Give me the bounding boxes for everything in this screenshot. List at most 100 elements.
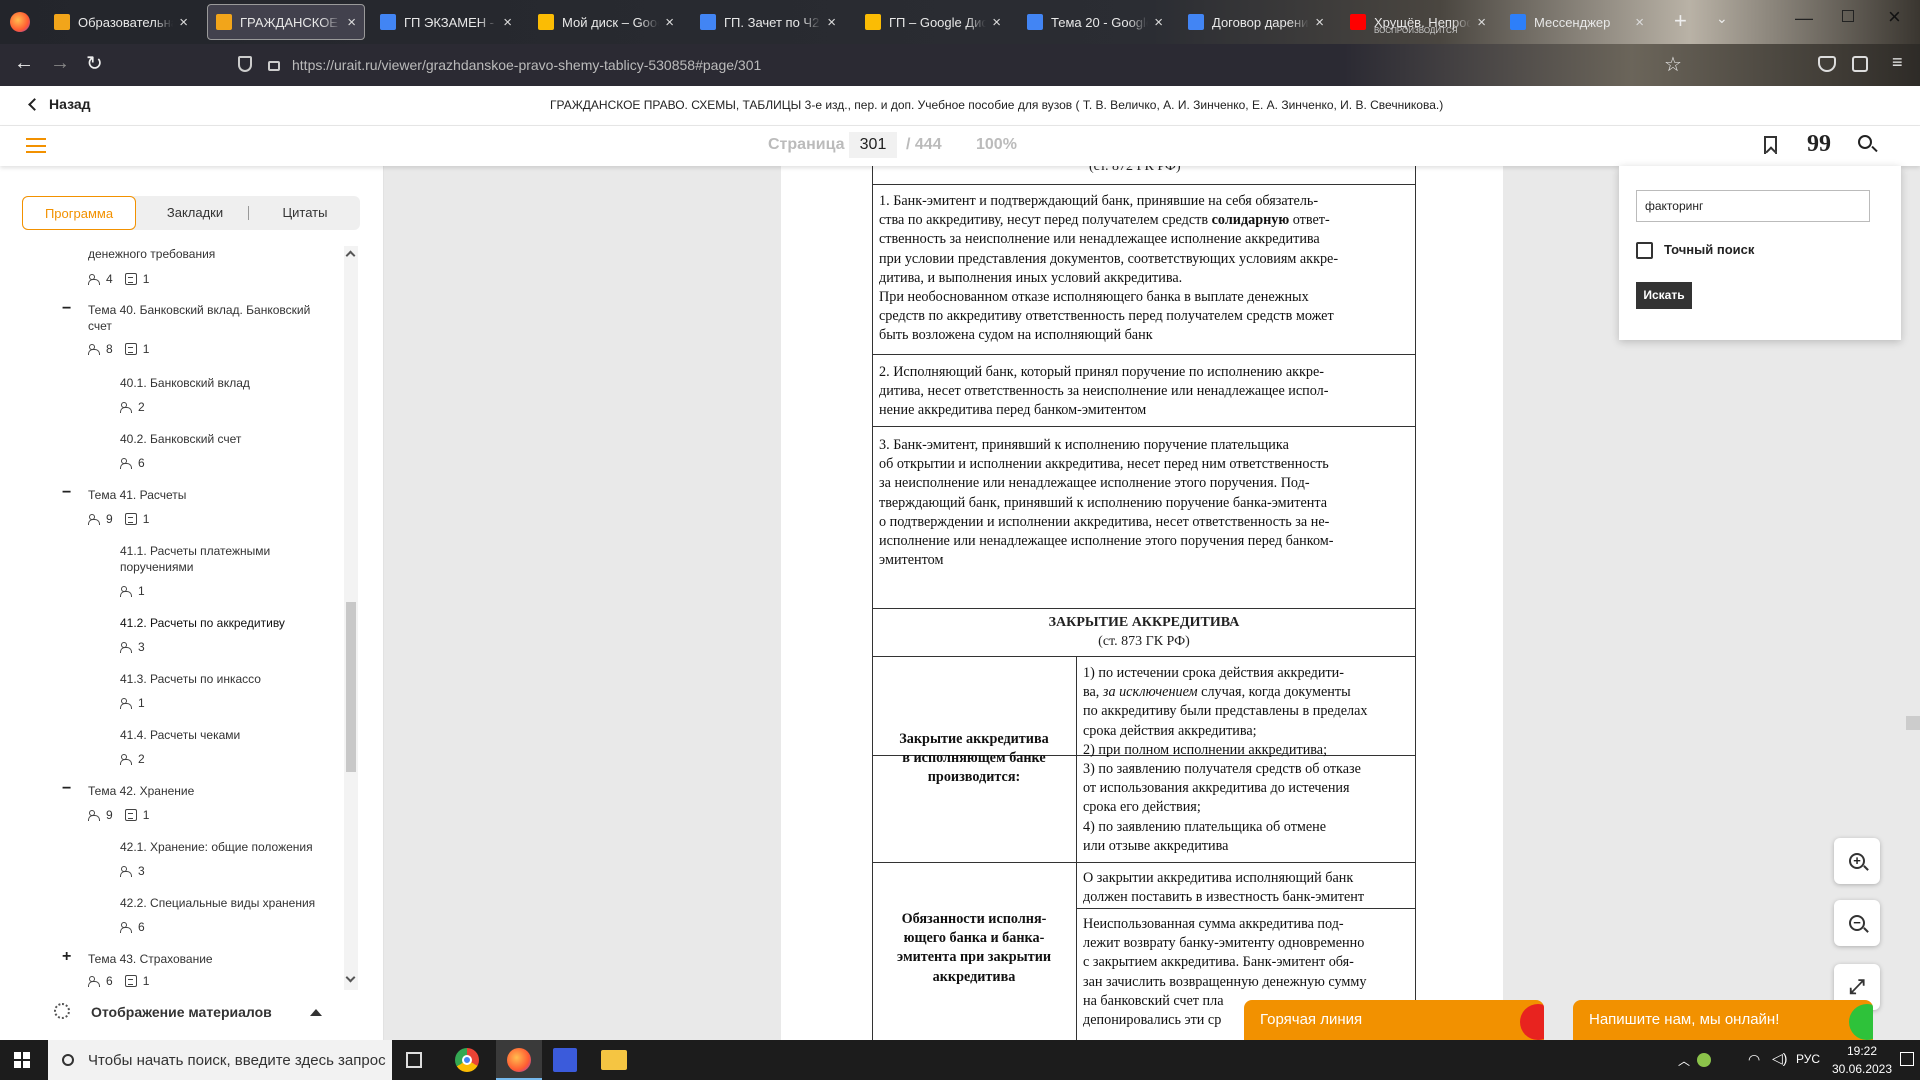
toc-item[interactable]: Тема 41. Расчеты [88, 487, 328, 503]
close-tab-icon[interactable]: × [179, 14, 188, 31]
tab-quotes[interactable]: Цитаты [250, 196, 360, 230]
toc-item[interactable]: 40.2. Банковский счет [120, 431, 340, 447]
back-arrow-icon[interactable]: ← [14, 52, 34, 75]
page-label: Страница [768, 136, 845, 153]
file-explorer-icon[interactable] [601, 1050, 627, 1070]
right-scroll-marker[interactable] [1906, 716, 1920, 730]
collapse-icon[interactable]: − [62, 780, 71, 798]
materials-display-toggle[interactable]: Отображение материалов [54, 1003, 322, 1020]
tab-bookmarks[interactable]: Закладки [140, 196, 250, 230]
tab-program[interactable]: Программа [22, 196, 136, 230]
browser-tab[interactable]: Образовательная п × [46, 4, 196, 40]
browser-tab[interactable]: Тема 20 - Google Д × [1019, 4, 1171, 40]
zoom-out-button[interactable]: − [1834, 900, 1880, 946]
hamburger-menu-icon[interactable] [26, 138, 46, 153]
close-tab-icon[interactable]: × [1154, 14, 1163, 31]
browser-tab[interactable]: Мессенджер × [1502, 4, 1652, 40]
close-tab-icon[interactable]: × [503, 14, 512, 31]
search-icon[interactable] [1858, 135, 1878, 153]
close-tab-icon[interactable]: × [827, 14, 836, 31]
browser-tab[interactable]: ГРАЖДАНСКОЕ ПР × [207, 4, 365, 40]
toc-item[interactable]: 41.4. Расчеты чеками [120, 727, 340, 743]
scroll-up-icon[interactable] [345, 250, 356, 261]
expand-icon[interactable]: + [62, 948, 71, 966]
firefox-taskbar-icon[interactable] [496, 1040, 542, 1080]
close-tab-icon[interactable]: × [1477, 14, 1486, 31]
toc-item[interactable]: Тема 43. Страхование [88, 951, 328, 967]
task-view-icon[interactable] [406, 1052, 422, 1068]
browser-tab[interactable]: ГП ЭКЗАМЕН - Goo × [372, 4, 520, 40]
bookmark-icon[interactable] [1764, 136, 1777, 158]
scrollbar-track[interactable] [344, 246, 358, 990]
text-line: от использования аккредитива до истечени… [1083, 780, 1350, 797]
forward-arrow-icon[interactable]: → [50, 52, 70, 75]
new-tab-icon[interactable]: + [1674, 8, 1687, 34]
toc-item[interactable]: 41.2. Расчеты по аккредитиву [120, 615, 340, 631]
toc-item[interactable]: 41.3. Расчеты по инкассо [120, 671, 340, 687]
close-tab-icon[interactable]: × [992, 14, 1001, 31]
toc-item[interactable]: 40.1. Банковский вклад [120, 375, 340, 391]
chevron-left-icon [28, 97, 41, 111]
bookmark-star-icon[interactable]: ☆ [1664, 52, 1682, 77]
browser-tab[interactable]: ГП. Зачет по Ч2.do × [692, 4, 844, 40]
chrome-taskbar-icon[interactable] [455, 1048, 479, 1072]
toc-item[interactable]: Тема 40. Банковский вклад. Банковский сч… [88, 302, 328, 334]
maximize-icon[interactable] [1842, 10, 1854, 22]
reload-icon[interactable]: ↻ [86, 51, 103, 76]
text-line: 2. Исполняющий банк, который принял пору… [879, 364, 1325, 380]
quote-icon[interactable]: 99 [1807, 131, 1831, 158]
extensions-icon[interactable] [1852, 56, 1868, 72]
toc-item[interactable]: Тема 42. Хранение [88, 783, 328, 799]
toc-item[interactable]: 41.1. Расчеты платежными поручениями [120, 543, 280, 575]
tab-favicon-icon [216, 14, 232, 30]
zoom-in-button[interactable]: + [1834, 838, 1880, 884]
toc-item[interactable]: 42.1. Хранение: общие положения [120, 839, 340, 855]
close-tab-icon[interactable]: × [1315, 14, 1324, 31]
taskbar-search-placeholder: Чтобы начать поиск, введите здесь запрос [88, 1051, 386, 1069]
wifi-icon[interactable]: ◠ [1748, 1051, 1760, 1068]
close-tab-icon[interactable]: × [1635, 14, 1644, 31]
firefox-menu-icon[interactable] [10, 12, 30, 32]
language-indicator[interactable]: РУС [1796, 1052, 1820, 1066]
toc-item[interactable]: 42.2. Специальные виды хранения [120, 895, 340, 911]
shield-icon[interactable] [238, 56, 252, 72]
browser-tab[interactable]: Договор дарения.d × [1180, 4, 1332, 40]
closing-left-2: Обязанности исполня-ющего банка и банка-… [872, 906, 1076, 991]
volume-icon[interactable]: ◁) [1772, 1050, 1787, 1067]
collapse-icon[interactable]: − [62, 484, 71, 502]
close-window-icon[interactable]: × [1888, 4, 1901, 30]
save-app-icon[interactable] [553, 1048, 577, 1072]
tray-chevron-icon[interactable]: ︿ [1678, 1052, 1690, 1069]
tray-app-icon[interactable] [1697, 1053, 1711, 1067]
notifications-icon[interactable] [1900, 1052, 1914, 1066]
taskbar-search-box[interactable]: Чтобы начать поиск, введите здесь запрос [48, 1040, 392, 1080]
browser-tab[interactable]: Мой диск – Google × [530, 4, 682, 40]
minimize-icon[interactable]: — [1795, 8, 1813, 29]
search-input[interactable]: факторинг [1636, 190, 1870, 222]
back-link[interactable]: Назад [28, 96, 91, 112]
tab-title: Мой диск – Google [562, 14, 659, 30]
scrollbar-thumb[interactable] [346, 602, 356, 772]
exact-search-checkbox[interactable] [1636, 242, 1653, 259]
address-bar[interactable]: https://urait.ru/viewer/grazhdanskoe-pra… [292, 50, 1722, 80]
hotline-widget[interactable]: Горячая линия [1244, 1000, 1544, 1040]
tab-favicon-icon [1188, 14, 1204, 30]
browser-tab[interactable]: Хрущёв. Непросто×ВОСПРОИЗВОДИТСЯ [1342, 4, 1494, 40]
collapse-icon[interactable]: − [62, 300, 71, 318]
lock-icon[interactable] [268, 61, 280, 71]
windows-start-icon[interactable] [14, 1052, 30, 1068]
menu-icon[interactable]: ≡ [1892, 52, 1903, 73]
pocket-icon[interactable] [1818, 56, 1836, 72]
clock-date[interactable]: 30.06.2023 [1830, 1062, 1894, 1076]
online-chat-widget[interactable]: Напишите нам, мы онлайн! [1573, 1000, 1873, 1040]
scroll-down-icon[interactable] [345, 972, 356, 983]
browser-tab[interactable]: ГП – Google Диск × [857, 4, 1009, 40]
close-tab-icon[interactable]: × [347, 14, 356, 31]
toc-item[interactable]: денежного требования [88, 246, 328, 262]
tab-title: ГП ЭКЗАМЕН - Goo [404, 14, 497, 30]
close-tab-icon[interactable]: × [665, 14, 674, 31]
page-number-input[interactable]: 301 [849, 132, 897, 158]
search-submit-button[interactable]: Искать [1636, 282, 1692, 309]
clock-time[interactable]: 19:22 [1836, 1044, 1888, 1058]
tab-list-icon[interactable]: ⌄ [1716, 10, 1728, 27]
